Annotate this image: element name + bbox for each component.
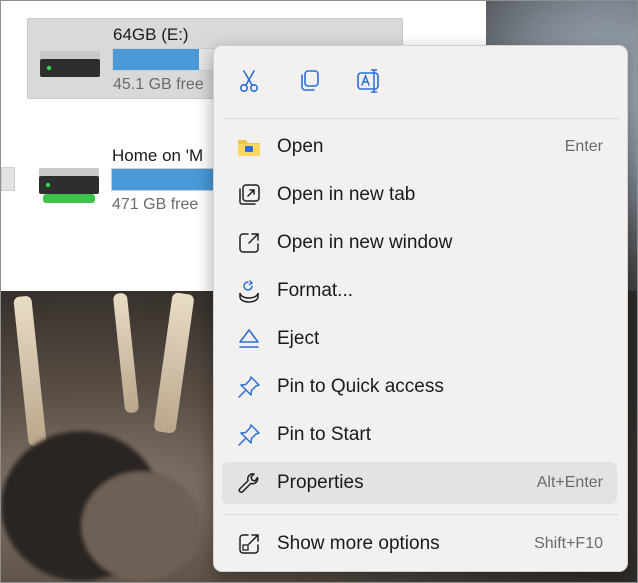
menu-item-shortcut: Alt+Enter xyxy=(536,474,603,491)
menu-item-label: Pin to Quick access xyxy=(277,376,444,397)
rename-button[interactable] xyxy=(352,64,386,98)
network-drive-icon xyxy=(39,168,99,203)
wrench-icon xyxy=(236,470,262,496)
folder-icon xyxy=(236,134,262,160)
pin-icon xyxy=(236,374,262,400)
drive-free-space: 471 GB free xyxy=(112,196,199,213)
menu-item-eject[interactable]: Eject xyxy=(222,318,617,360)
menu-item-format[interactable]: Format... xyxy=(222,270,617,312)
pin-icon xyxy=(236,422,262,448)
menu-item-shortcut: Enter xyxy=(564,138,603,155)
menu-item-show-more-options[interactable]: Show more options Shift+F10 xyxy=(222,523,617,565)
menu-item-label: Open xyxy=(277,136,324,157)
background-shape xyxy=(81,471,201,581)
menu-item-properties[interactable]: Properties Alt+Enter xyxy=(222,462,617,504)
drive-name: 64GB (E:) xyxy=(113,25,189,44)
menu-item-label: Open in new tab xyxy=(277,184,416,205)
usb-drive-icon xyxy=(40,51,100,77)
menu-item-open[interactable]: Open Enter xyxy=(222,126,617,168)
menu-item-label: Format... xyxy=(277,280,354,301)
menu-separator xyxy=(222,514,619,515)
copy-icon xyxy=(301,70,319,91)
drive-name: Home on 'M xyxy=(112,146,204,165)
menu-item-label: Eject xyxy=(277,328,320,349)
menu-item-open-new-window[interactable]: Open in new window xyxy=(222,222,617,264)
menu-item-pin-start[interactable]: Pin to Start xyxy=(222,414,617,456)
menu-item-pin-quick-access[interactable]: Pin to Quick access xyxy=(222,366,617,408)
menu-item-label: Pin to Start xyxy=(277,424,371,445)
cut-button[interactable] xyxy=(232,64,266,98)
drive-free-space: 45.1 GB free xyxy=(113,76,204,93)
collapsed-panel-edge xyxy=(1,167,15,191)
menu-item-label: Open in new window xyxy=(277,232,453,253)
copy-button[interactable] xyxy=(292,64,326,98)
more-options-icon xyxy=(236,531,262,557)
new-window-icon xyxy=(236,230,262,256)
drive-usage-fill xyxy=(113,49,200,70)
menu-item-open-new-tab[interactable]: Open in new tab xyxy=(222,174,617,216)
cut-icon xyxy=(240,70,259,92)
context-menu: Open Enter Open in new tab Open in new w… xyxy=(213,45,628,572)
eject-icon xyxy=(236,326,262,352)
menu-item-shortcut: Shift+F10 xyxy=(534,535,603,552)
menu-item-label: Properties xyxy=(277,472,364,493)
screen: 64GB (E:) 45.1 GB free Home on 'M 471 GB… xyxy=(0,0,638,583)
rename-icon xyxy=(357,69,379,93)
format-icon xyxy=(236,278,262,304)
context-menu-toolbar xyxy=(214,46,627,118)
menu-item-label: Show more options xyxy=(277,533,440,554)
toolbar-separator xyxy=(222,118,619,119)
new-tab-icon xyxy=(236,182,262,208)
